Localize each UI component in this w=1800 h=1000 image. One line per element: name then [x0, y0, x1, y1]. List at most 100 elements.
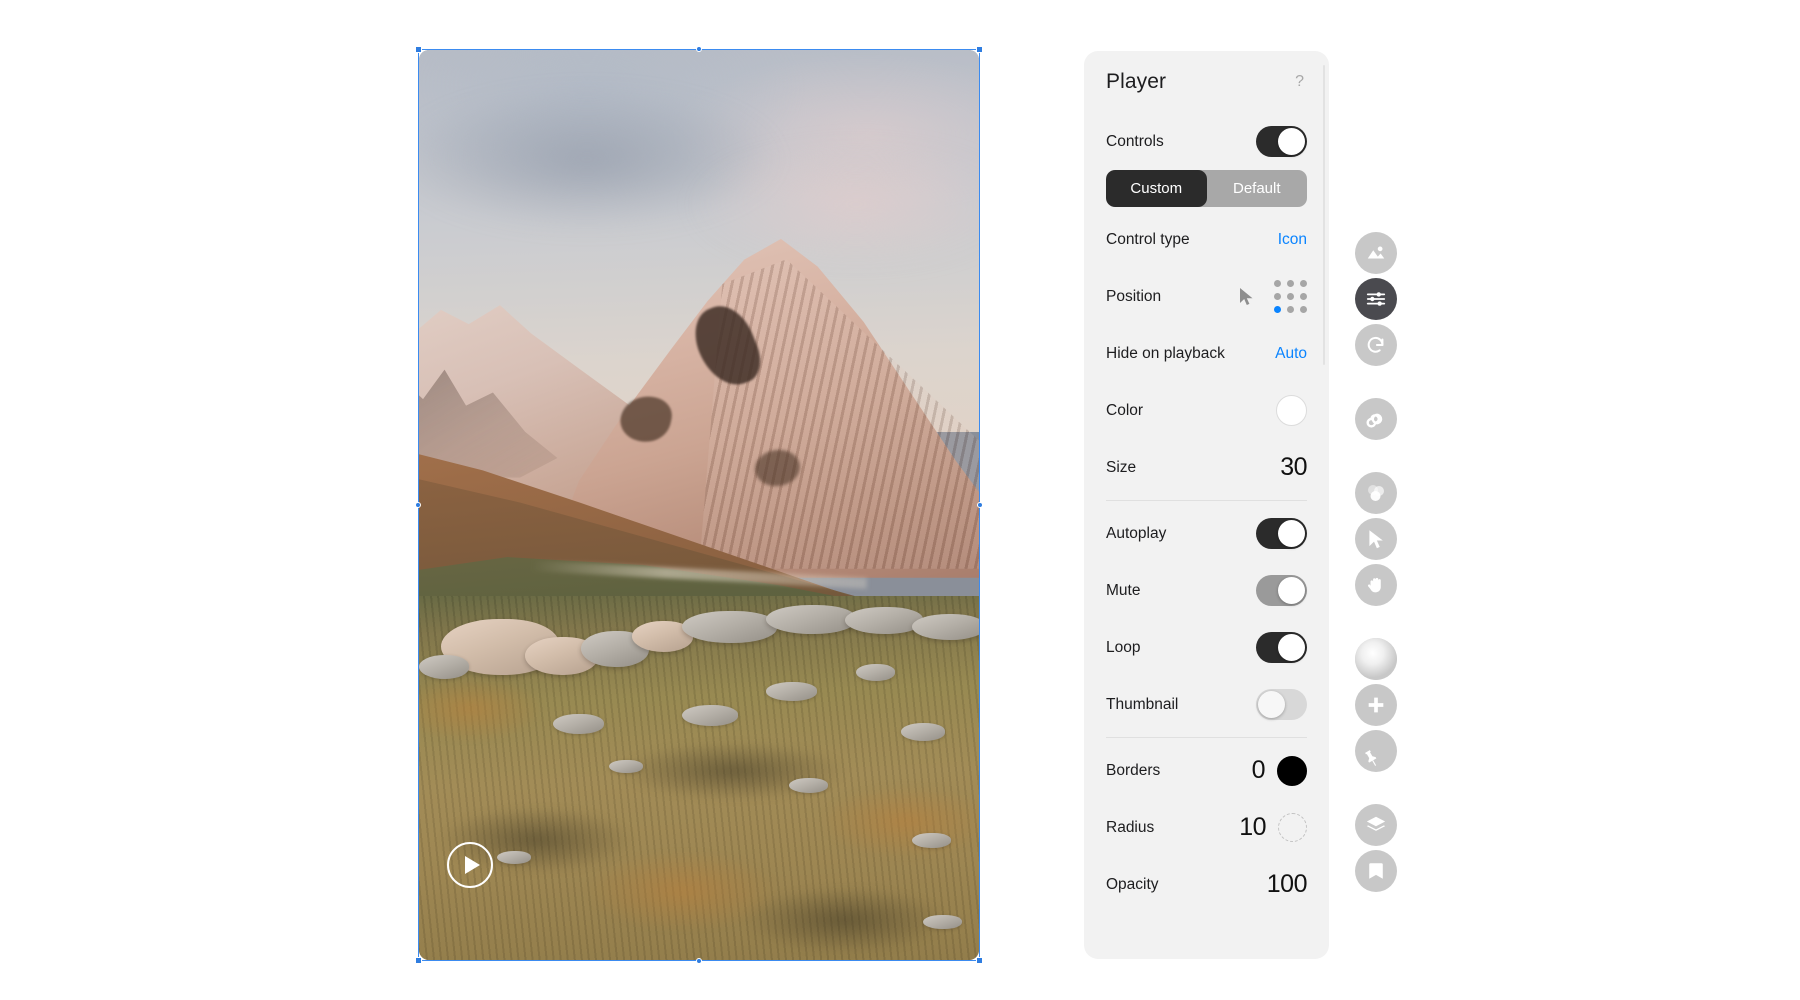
color-label: Color — [1106, 401, 1144, 419]
video-player-object[interactable] — [415, 46, 983, 964]
autoplay-toggle[interactable] — [1256, 518, 1307, 549]
resize-handle-top-right[interactable] — [976, 46, 983, 53]
radius-value[interactable]: 10 — [1239, 813, 1266, 842]
rock — [497, 850, 531, 864]
control-type-value[interactable]: Icon — [1278, 231, 1307, 249]
app-canvas: Player ? Controls Custom Default Control… — [0, 0, 1800, 1000]
pin-icon[interactable] — [1355, 730, 1397, 772]
position-grid[interactable] — [1274, 280, 1307, 313]
row-position: Position — [1106, 268, 1307, 325]
position-cell-3[interactable] — [1274, 293, 1281, 300]
loop-toggle[interactable] — [1256, 632, 1307, 663]
resize-handle-top-left[interactable] — [415, 46, 422, 53]
opacity-value[interactable]: 100 — [1267, 870, 1308, 899]
hide-on-playback-value[interactable]: Auto — [1275, 345, 1307, 363]
row-opacity: Opacity 100 — [1106, 856, 1308, 913]
mute-label: Mute — [1106, 581, 1141, 599]
mute-toggle[interactable] — [1256, 575, 1307, 606]
blend-circles-icon[interactable] — [1355, 472, 1397, 514]
controls-toggle[interactable] — [1256, 126, 1307, 157]
infinity-icon[interactable] — [1355, 398, 1397, 440]
panel-scrollbar[interactable] — [1322, 65, 1325, 365]
borders-controls: 0 — [1252, 755, 1307, 786]
position-controls — [1238, 280, 1307, 313]
row-thumbnail: Thumbnail — [1106, 676, 1307, 733]
position-cell-5[interactable] — [1300, 293, 1307, 300]
section-divider-1 — [1106, 500, 1307, 501]
redo-icon[interactable] — [1355, 324, 1397, 366]
rock — [855, 664, 895, 681]
panel-header: Player ? — [1106, 51, 1307, 113]
corner-radius-icon[interactable] — [1278, 813, 1307, 842]
row-size: Size 30 — [1106, 439, 1307, 496]
mode-segmented-control[interactable]: Custom Default — [1106, 170, 1307, 207]
grass-patch — [822, 785, 979, 859]
row-controls: Controls — [1106, 113, 1307, 170]
segment-default[interactable]: Default — [1207, 170, 1308, 207]
layers-icon[interactable] — [1355, 804, 1397, 846]
size-value[interactable]: 30 — [1280, 453, 1307, 482]
row-loop: Loop — [1106, 619, 1307, 676]
boulder — [911, 614, 979, 640]
gradient-sphere-icon[interactable] — [1355, 638, 1397, 680]
video-frame[interactable] — [419, 50, 979, 960]
cursor-icon[interactable] — [1355, 518, 1397, 560]
control-type-label: Control type — [1106, 230, 1190, 248]
resize-handle-top-center[interactable] — [696, 46, 702, 52]
row-autoplay: Autoplay — [1106, 505, 1307, 562]
radius-controls: 10 — [1239, 813, 1307, 842]
loop-label: Loop — [1106, 638, 1141, 656]
position-cell-7[interactable] — [1287, 306, 1294, 313]
position-cell-0[interactable] — [1274, 280, 1281, 287]
rock — [788, 778, 828, 793]
position-cell-6[interactable] — [1274, 306, 1281, 313]
opacity-label: Opacity — [1106, 875, 1159, 893]
borders-color-swatch[interactable] — [1277, 755, 1307, 786]
boulder — [766, 605, 856, 635]
position-cell-1[interactable] — [1287, 280, 1294, 287]
sliders-icon[interactable] — [1355, 278, 1397, 320]
rock — [419, 655, 470, 679]
segment-custom[interactable]: Custom — [1106, 170, 1207, 207]
player-properties-panel: Player ? Controls Custom Default Control… — [1084, 51, 1329, 959]
grass-shadow — [743, 887, 946, 953]
play-button[interactable] — [447, 842, 493, 888]
thumbnail-toggle[interactable] — [1256, 689, 1307, 720]
hand-icon[interactable] — [1355, 564, 1397, 606]
radius-label: Radius — [1106, 818, 1155, 836]
borders-value[interactable]: 0 — [1252, 756, 1266, 785]
toggle-knob — [1278, 634, 1305, 661]
size-label: Size — [1106, 458, 1137, 476]
position-cell-8[interactable] — [1300, 306, 1307, 313]
boulder — [682, 610, 778, 644]
borders-label: Borders — [1106, 761, 1161, 779]
position-cell-4[interactable] — [1287, 293, 1294, 300]
bookmark-icon[interactable] — [1355, 850, 1397, 892]
image-icon[interactable] — [1355, 232, 1397, 274]
cursor-arrow-icon[interactable] — [1238, 287, 1256, 307]
color-swatch[interactable] — [1276, 395, 1307, 426]
rock — [609, 759, 643, 774]
resize-handle-bottom-center[interactable] — [696, 958, 702, 964]
row-hide-on-playback: Hide on playback Auto — [1106, 325, 1307, 382]
panel-title: Player — [1106, 70, 1167, 93]
question-mark-icon[interactable]: ? — [1292, 73, 1307, 91]
rock — [682, 705, 739, 727]
plus-icon[interactable] — [1355, 684, 1397, 726]
rock — [900, 723, 946, 741]
autoplay-label: Autoplay — [1106, 524, 1167, 542]
toggle-knob — [1278, 577, 1305, 604]
toggle-knob — [1278, 520, 1305, 547]
toggle-knob — [1258, 691, 1285, 718]
cloud-layer-b — [687, 141, 979, 269]
resize-handle-bottom-left[interactable] — [415, 957, 422, 964]
resize-handle-bottom-right[interactable] — [976, 957, 983, 964]
hide-on-playback-label: Hide on playback — [1106, 344, 1225, 362]
position-cell-2[interactable] — [1300, 280, 1307, 287]
position-label: Position — [1106, 287, 1162, 305]
play-icon — [464, 856, 480, 874]
resize-handle-right-center[interactable] — [977, 502, 983, 508]
row-borders: Borders 0 — [1106, 742, 1307, 799]
resize-handle-left-center[interactable] — [415, 502, 421, 508]
section-divider-2 — [1106, 737, 1307, 738]
